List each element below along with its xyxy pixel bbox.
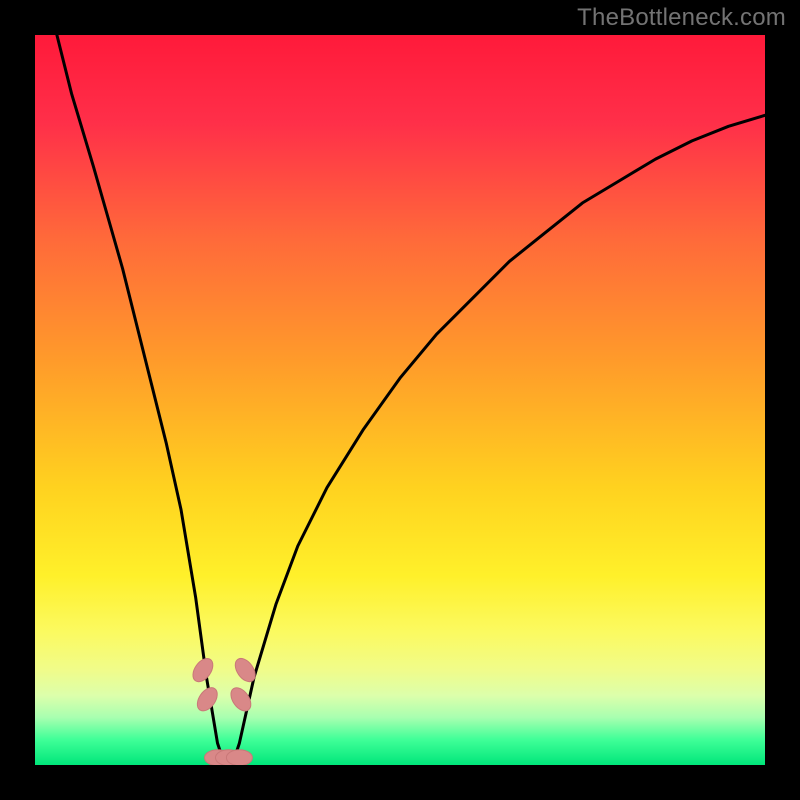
bottleneck-plot	[35, 35, 765, 765]
heatmap-background	[35, 35, 765, 765]
plot-svg	[35, 35, 765, 765]
watermark-text: TheBottleneck.com	[577, 4, 786, 32]
marker-dot	[226, 750, 252, 765]
chart-frame: TheBottleneck.com	[0, 0, 800, 800]
